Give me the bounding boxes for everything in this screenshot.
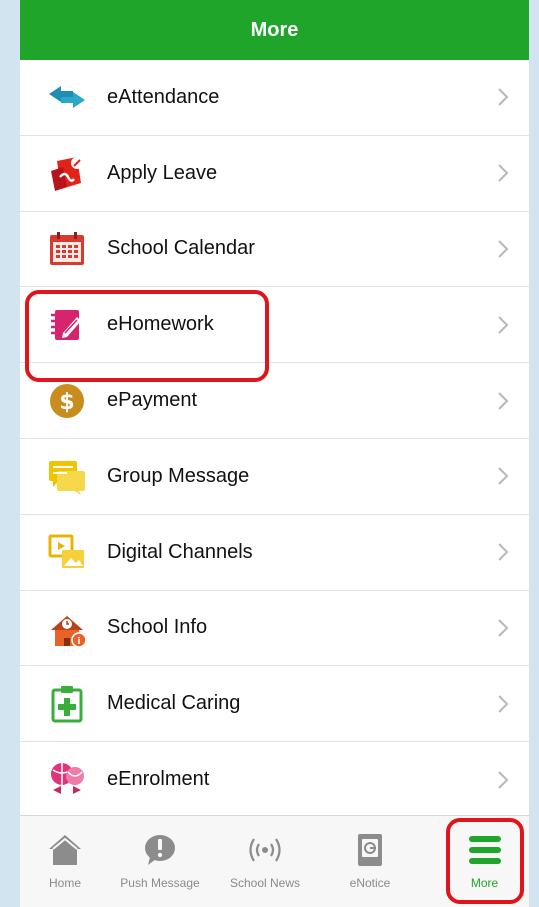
- school-building-icon: i: [45, 606, 89, 650]
- tab-school-news[interactable]: School News: [215, 816, 315, 907]
- navigation-bar: More: [20, 0, 529, 60]
- menu-item-eattendance[interactable]: eAttendance: [20, 60, 529, 136]
- chevron-right-icon: [498, 164, 509, 182]
- chevron-right-icon: [498, 467, 509, 486]
- menu-item-digital-channels[interactable]: Digital Channels: [20, 515, 529, 591]
- tab-label: Push Message: [120, 876, 200, 890]
- chevron-right-icon: [498, 240, 509, 258]
- menu-item-label: Apply Leave: [107, 161, 218, 184]
- menu-item-medical-caring[interactable]: Medical Caring: [20, 666, 529, 743]
- chevron-right-icon: [498, 391, 509, 410]
- menu-item-label: Digital Channels: [107, 540, 253, 563]
- menu-item-label: School Info: [107, 616, 208, 639]
- app-screen: More eAttendance Apply Leave School Cale…: [20, 0, 529, 907]
- tab-enotice[interactable]: eNotice: [320, 816, 420, 907]
- dollar-coin-icon: $: [45, 379, 89, 423]
- broadcast-icon: [245, 830, 285, 870]
- menu-item-school-calendar[interactable]: School Calendar: [20, 212, 529, 288]
- media-frames-icon: [45, 530, 89, 574]
- calendar-icon: [45, 227, 89, 271]
- menu-item-apply-leave[interactable]: Apply Leave: [20, 136, 529, 212]
- menu-item-label: Group Message: [107, 464, 250, 487]
- menu-list: eAttendance Apply Leave School Calendar …: [20, 60, 529, 818]
- menu-item-label: Medical Caring: [107, 692, 241, 715]
- chevron-right-icon: [498, 543, 509, 561]
- arrows-exchange-icon: [45, 75, 89, 119]
- sports-balls-icon: [45, 758, 89, 802]
- chevron-right-icon: [498, 316, 509, 334]
- menu-item-group-message[interactable]: Group Message: [20, 439, 529, 515]
- menu-item-label: ePayment: [107, 389, 198, 412]
- medical-clipboard-icon: [45, 682, 89, 726]
- chevron-right-icon: [498, 619, 509, 637]
- tab-label: eNotice: [349, 876, 391, 890]
- tab-label: Home: [48, 876, 81, 890]
- menu-item-label: eEnrolment: [107, 768, 210, 791]
- chevron-right-icon: [498, 88, 509, 107]
- page-title: More: [250, 18, 299, 41]
- tab-home[interactable]: Home: [20, 816, 110, 907]
- tab-label: School News: [229, 876, 301, 890]
- chevron-right-icon: [498, 695, 509, 713]
- message-bubbles-icon: [45, 454, 89, 498]
- menu-item-label: eAttendance: [107, 85, 220, 108]
- tab-push-message[interactable]: Push Message: [105, 816, 215, 907]
- leave-form-icon: [45, 151, 89, 195]
- notice-document-icon: [350, 830, 390, 870]
- menu-item-school-info[interactable]: i School Info: [20, 591, 529, 667]
- menu-item-label: School Calendar: [107, 237, 255, 260]
- alert-bubble-icon: [140, 830, 180, 870]
- home-icon: [45, 830, 85, 870]
- svg-text:$: $: [59, 390, 74, 415]
- menu-item-eenrolment[interactable]: eEnrolment: [20, 742, 529, 818]
- highlight-box-more-tab: [446, 818, 524, 904]
- svg-text:i: i: [77, 637, 80, 647]
- highlight-box-ehomework: [25, 290, 269, 382]
- chevron-right-icon: [498, 770, 509, 789]
